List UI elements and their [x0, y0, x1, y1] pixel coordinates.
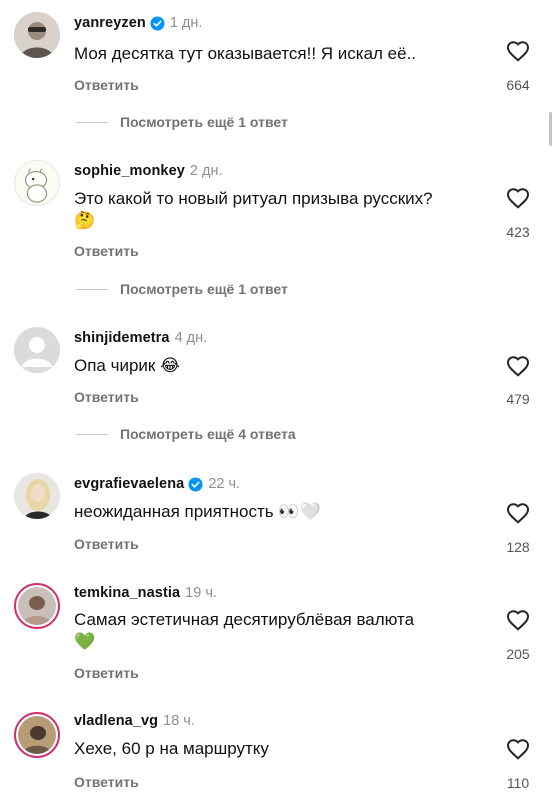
- heart-icon: [506, 610, 530, 631]
- like-count: 423: [506, 224, 530, 240]
- avatar[interactable]: [14, 12, 60, 58]
- verified-badge-icon: [150, 15, 165, 31]
- comment-text: Опа чирик 😂: [74, 355, 474, 377]
- comment-time: 18 ч.: [163, 713, 195, 729]
- reply-button[interactable]: Ответить: [74, 389, 139, 405]
- comment-text-body: Это какой то новый ритуал призыва русски…: [74, 189, 433, 208]
- comment-text: неожиданная приятность 👀🤍: [74, 501, 474, 523]
- view-more-replies[interactable]: Посмотреть ещё 1 ответ: [76, 114, 288, 130]
- divider-line: [76, 433, 108, 435]
- reply-button[interactable]: Ответить: [74, 665, 139, 681]
- comment-text-body: Хехе, 60 р на маршрутку: [74, 739, 269, 758]
- heart-icon: [506, 356, 530, 377]
- verified-badge-icon: [188, 476, 203, 492]
- laughing-emoji-icon: 😂: [160, 356, 180, 376]
- comment-time: 2 дн.: [189, 163, 223, 179]
- avatar-photo-icon: [14, 12, 60, 58]
- avatar-inner: [18, 716, 56, 754]
- like-button[interactable]: [504, 502, 532, 524]
- reply-button[interactable]: Ответить: [74, 243, 139, 259]
- heart-icon: [506, 41, 530, 62]
- comment-text: Моя десятка тут оказывается!! Я искал её…: [74, 43, 474, 65]
- heart-icon: [506, 188, 530, 209]
- view-more-replies[interactable]: Посмотреть ещё 4 ответа: [76, 426, 296, 442]
- comment-time: 4 дн.: [174, 330, 208, 346]
- comment-text: Это какой то новый ритуал призыва русски…: [74, 188, 434, 232]
- view-more-replies-label: Посмотреть ещё 1 ответ: [120, 114, 288, 130]
- heart-icon: [506, 739, 530, 760]
- like-button[interactable]: [504, 738, 532, 760]
- comment-header: shinjidemetra 4 дн.: [74, 330, 207, 346]
- avatar-inner: [18, 587, 56, 625]
- scrollbar[interactable]: [549, 112, 552, 146]
- heart-icon: [506, 503, 530, 524]
- username[interactable]: yanreyzen: [74, 15, 146, 31]
- like-count: 205: [506, 646, 530, 662]
- comment-time: 22 ч.: [208, 476, 241, 492]
- comment-text-body: Опа чирик: [74, 356, 156, 375]
- like-button[interactable]: [504, 609, 532, 631]
- like-button[interactable]: [504, 187, 532, 209]
- divider-line: [76, 121, 108, 123]
- comment-header: sophie_monkey 2 дн.: [74, 163, 223, 179]
- comment-text: Самая эстетичная десятирублёвая валюта 💚: [74, 609, 474, 653]
- username[interactable]: evgrafievaelena: [74, 476, 184, 492]
- comment-header: vladlena_vg 18 ч.: [74, 713, 195, 729]
- default-user-icon: [14, 327, 60, 373]
- username[interactable]: vladlena_vg: [74, 713, 158, 729]
- avatar-photo-icon: [18, 716, 56, 754]
- like-count: 128: [506, 539, 530, 555]
- comment-header: temkina_nastia 19 ч.: [74, 585, 217, 601]
- avatar[interactable]: [14, 160, 60, 206]
- avatar[interactable]: [14, 712, 60, 758]
- username[interactable]: temkina_nastia: [74, 585, 180, 601]
- avatar-photo-icon: [14, 473, 60, 519]
- view-more-replies-label: Посмотреть ещё 1 ответ: [120, 281, 288, 297]
- moomin-avatar-icon: [15, 161, 59, 205]
- reply-button[interactable]: Ответить: [74, 774, 139, 790]
- like-button[interactable]: [504, 355, 532, 377]
- comment-text: Хехе, 60 р на маршрутку: [74, 738, 474, 760]
- view-more-replies-label: Посмотреть ещё 4 ответа: [120, 426, 296, 442]
- comment-text-body: Моя десятка тут оказывается!! Я искал её…: [74, 44, 417, 63]
- avatar[interactable]: [14, 327, 60, 373]
- like-button[interactable]: [504, 40, 532, 62]
- comment-header: evgrafievaelena 22 ч.: [74, 476, 240, 492]
- avatar[interactable]: [14, 583, 60, 629]
- avatar-photo-icon: [18, 587, 56, 625]
- avatar[interactable]: [14, 473, 60, 519]
- username[interactable]: sophie_monkey: [74, 163, 185, 179]
- username[interactable]: shinjidemetra: [74, 330, 170, 346]
- like-count: 664: [506, 77, 530, 93]
- view-more-replies[interactable]: Посмотреть ещё 1 ответ: [76, 281, 288, 297]
- comment-time: 19 ч.: [185, 585, 217, 601]
- comment-text-body: неожиданная приятность: [74, 502, 274, 521]
- reply-button[interactable]: Ответить: [74, 536, 139, 552]
- reply-button[interactable]: Ответить: [74, 77, 139, 93]
- comment-text-body: Самая эстетичная десятирублёвая валюта: [74, 610, 415, 629]
- comment-time: 1 дн.: [169, 15, 203, 31]
- comment-header: yanreyzen 1 дн.: [74, 15, 202, 31]
- thinking-emoji-icon: 🤔: [74, 211, 96, 231]
- divider-line: [76, 288, 108, 290]
- eyes-heart-emoji-icon: 👀🤍: [278, 502, 321, 522]
- like-count: 110: [506, 775, 530, 791]
- green-heart-emoji-icon: 💚: [74, 632, 96, 652]
- like-count: 479: [506, 391, 530, 407]
